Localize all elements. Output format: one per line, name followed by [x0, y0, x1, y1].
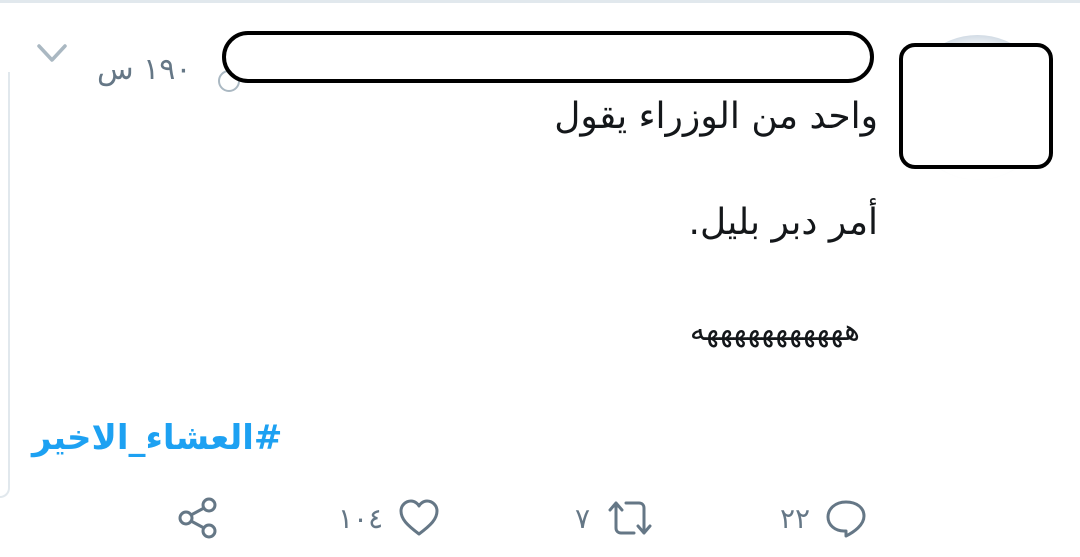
- retweet-count: ٧: [575, 501, 591, 535]
- chevron-down-icon[interactable]: [36, 42, 68, 64]
- reply-button[interactable]: ٢٢: [780, 496, 868, 540]
- share-icon: [178, 497, 217, 539]
- share-button[interactable]: [176, 496, 220, 540]
- retweet-button[interactable]: ٧: [575, 496, 656, 540]
- like-count: ١٠٤: [338, 501, 384, 535]
- tweet-text-line-1: واحد من الوزراء يقول: [554, 96, 878, 137]
- hashtag-link[interactable]: #العشاء_الاخير: [32, 418, 282, 458]
- comment-icon: [826, 500, 866, 538]
- tweet-timestamp[interactable]: ١٩٠ س: [97, 52, 192, 87]
- tweet-text-line-3: هههههههههههه: [689, 313, 860, 348]
- thread-line: [0, 72, 10, 498]
- tweet-text-line-2: أمر دبر بليل.: [688, 202, 878, 243]
- heart-icon: [399, 499, 439, 536]
- reply-count: ٢٢: [780, 501, 811, 535]
- username-redaction-box: [222, 31, 874, 83]
- top-divider: [0, 0, 1080, 3]
- retweet-icon: [608, 501, 652, 535]
- avatar-redaction-box: [899, 43, 1053, 169]
- like-button[interactable]: ١٠٤: [338, 496, 441, 540]
